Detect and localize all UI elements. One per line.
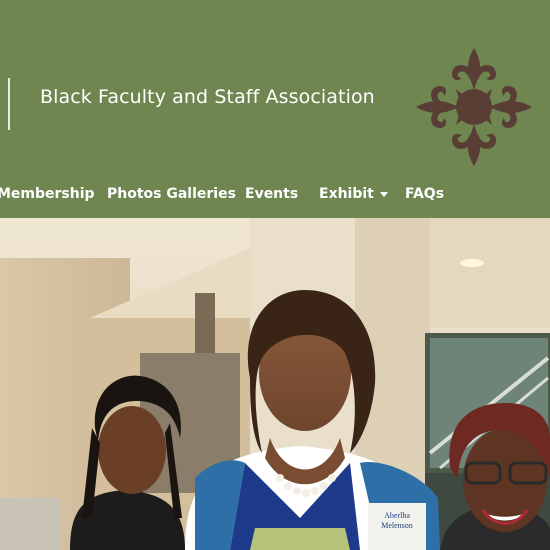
nav-exhibit[interactable]: Exhibit (319, 186, 388, 202)
header-divider (8, 78, 10, 130)
site-header: Black Faculty and Staff Association Memb… (0, 0, 550, 218)
nav-exhibit-label: Exhibit (319, 186, 374, 202)
nav-membership[interactable]: Membership (0, 186, 95, 202)
nav-photos-galleries[interactable]: Photos Galleries (107, 186, 236, 202)
chevron-down-icon (379, 191, 388, 197)
name-badge-line1: Aberlha (384, 511, 410, 520)
adinkra-symbol-icon[interactable] (414, 44, 534, 170)
name-badge-line2: Melenson (381, 521, 413, 530)
nav-events[interactable]: Events (245, 186, 298, 202)
site-title[interactable]: Black Faculty and Staff Association (40, 86, 375, 108)
hero-photo-illustration: Aberlha Melenson (0, 218, 550, 550)
nav-faqs[interactable]: FAQs (405, 186, 444, 202)
main-nav: Membership Photos Galleries Events Exhib… (0, 176, 550, 212)
hero-photo: Aberlha Melenson (0, 218, 550, 550)
